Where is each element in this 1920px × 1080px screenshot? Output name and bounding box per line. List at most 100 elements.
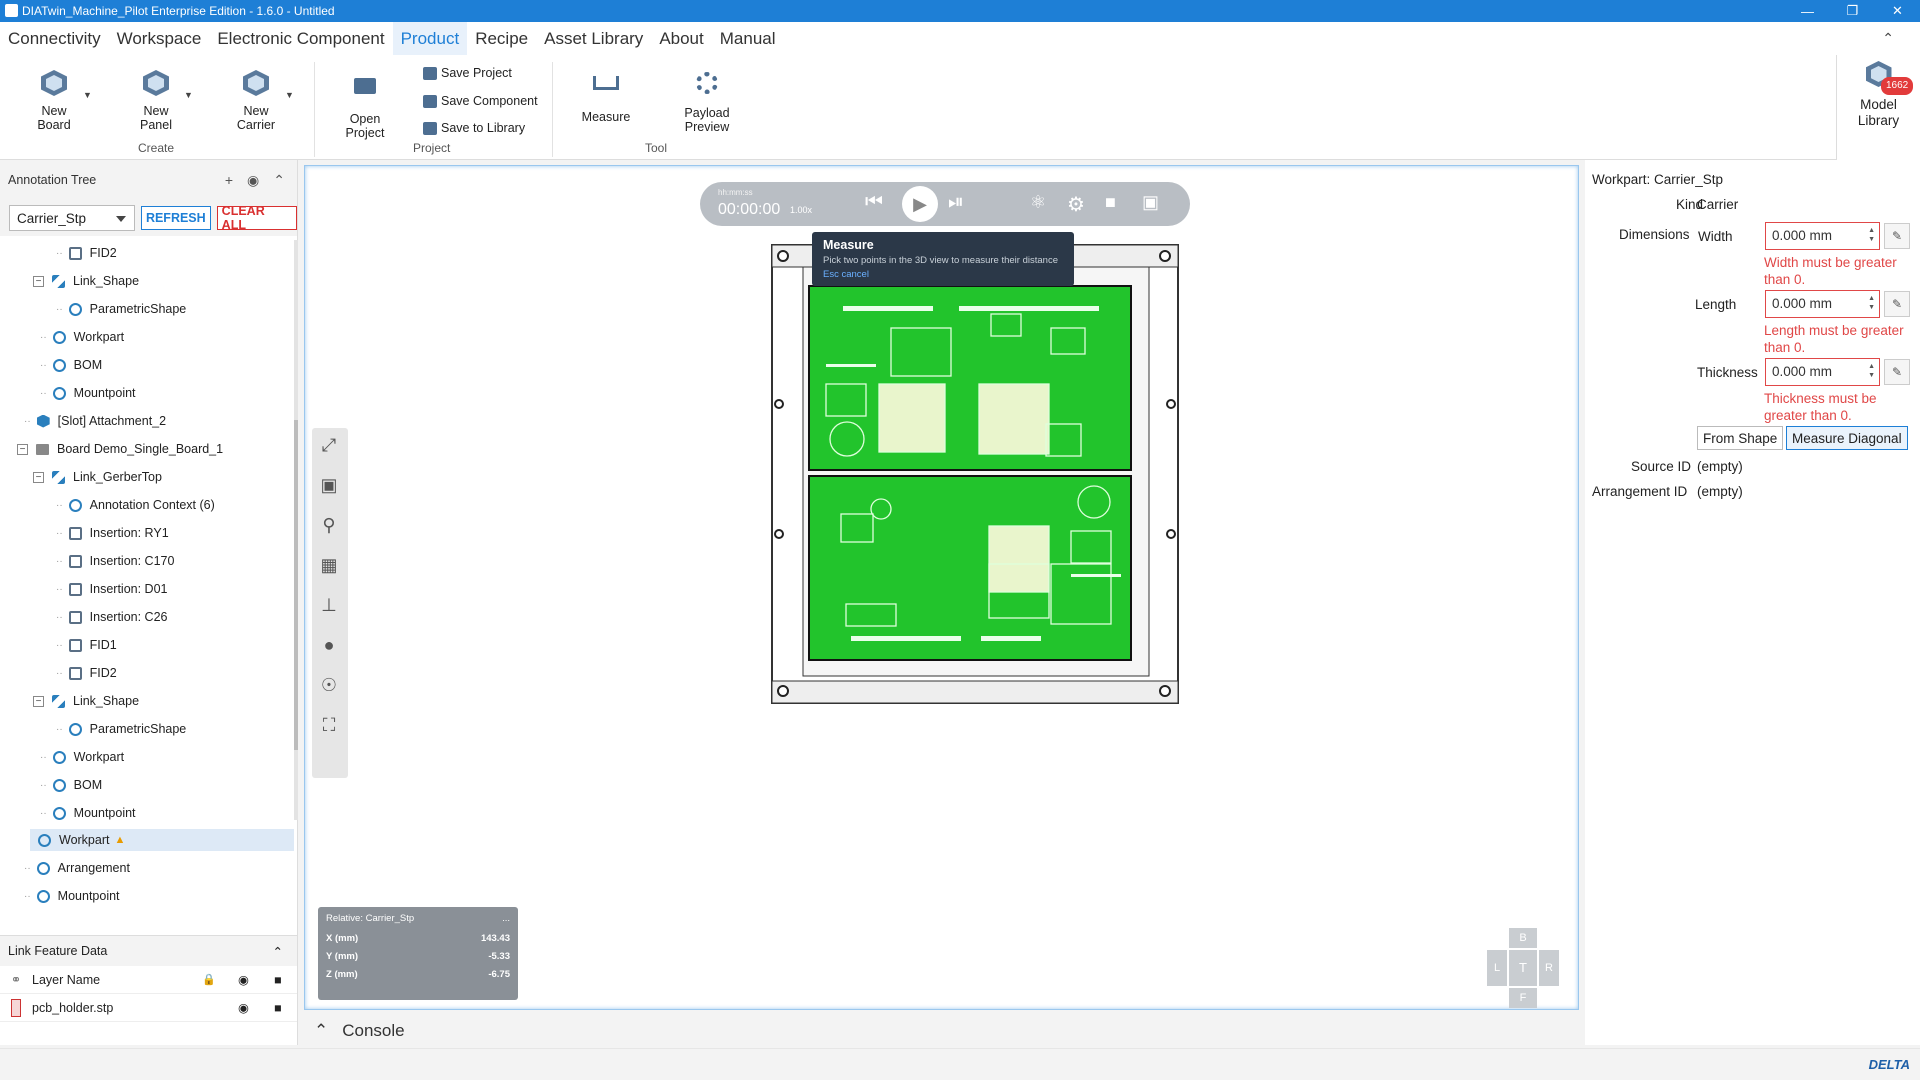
menu-electronic-component[interactable]: Electronic Component xyxy=(209,22,392,55)
menu-product[interactable]: Product xyxy=(392,22,468,55)
tree-node[interactable]: ·· FID1 xyxy=(56,634,117,656)
spinner-icon[interactable]: ▲ ▼ xyxy=(1868,226,1875,244)
tree-node[interactable]: ·· FID2 xyxy=(56,242,117,264)
layer-color-swatch[interactable] xyxy=(11,998,21,1017)
menu-connectivity[interactable]: Connectivity xyxy=(0,22,109,55)
menu-about[interactable]: About xyxy=(651,22,711,55)
width-input[interactable]: 0.000 mm ▲ ▼ xyxy=(1765,222,1880,250)
expand-console-icon[interactable]: ⌃ xyxy=(314,1021,328,1041)
orbit-icon[interactable]: ☉ xyxy=(314,670,344,700)
payload-preview-button[interactable]: Payload Preview xyxy=(683,68,731,134)
video-camera-icon[interactable]: ■ xyxy=(1105,192,1116,213)
zoom-icon[interactable]: ⚲ xyxy=(314,510,344,540)
skip-back-icon[interactable]: ⏮ xyxy=(865,191,883,214)
tree-node[interactable]: ·· Arrangement xyxy=(24,857,130,879)
eye-icon[interactable]: ◉ xyxy=(238,972,249,987)
delete-icon[interactable]: ■ xyxy=(274,973,282,987)
view-front[interactable]: F xyxy=(1509,988,1537,1008)
tree-node[interactable]: ·· [Slot] Attachment_2 xyxy=(24,410,166,432)
tree-node[interactable]: − Link_GerberTop xyxy=(33,466,162,488)
add-icon[interactable]: + xyxy=(225,172,233,189)
collapse-icon[interactable]: ⌃ xyxy=(273,172,285,189)
clear-all-button[interactable]: CLEAR ALL xyxy=(216,204,297,232)
3d-viewport[interactable]: ⤢ ▣ ⚲ ▦ ⊥ ● ☉ ⛶ hh:mm:ss 00:00:00 1.00x … xyxy=(304,165,1579,1010)
fit-view-icon[interactable]: ⤢ xyxy=(314,430,344,460)
eye-icon[interactable]: ◉ xyxy=(238,1000,249,1015)
new-panel-button[interactable]: New Panel xyxy=(136,70,176,132)
view-back[interactable]: B xyxy=(1509,928,1537,948)
view-right[interactable]: R xyxy=(1539,950,1559,986)
tree-node[interactable]: ·· Insertion: C170 xyxy=(56,550,174,572)
tree-node[interactable]: − Link_Shape xyxy=(33,270,139,292)
tree-node[interactable]: − Board Demo_Single_Board_1 xyxy=(17,438,223,460)
fit-selection-icon[interactable]: ▣ xyxy=(314,470,344,500)
length-edit-icon[interactable]: ✎ xyxy=(1884,291,1910,317)
save-project-button[interactable]: Save Project xyxy=(423,66,512,80)
grid-icon[interactable]: ▦ xyxy=(314,550,344,580)
link-feature-row[interactable]: pcb_holder.stp ◉ ■ xyxy=(0,994,297,1022)
collapse-icon[interactable]: ⌃ xyxy=(273,944,283,959)
carrier-select[interactable]: Carrier_Stp xyxy=(9,205,135,231)
spinner-icon[interactable]: ▲ ▼ xyxy=(1868,294,1875,312)
tree-node[interactable]: ·· Mountpoint xyxy=(40,802,136,820)
collapse-ribbon-icon[interactable]: ⌃ xyxy=(1882,30,1894,47)
view-left[interactable]: L xyxy=(1487,950,1507,986)
axis-icon[interactable]: ⊥ xyxy=(314,590,344,620)
tree-node[interactable]: ·· Insertion: RY1 xyxy=(56,522,169,544)
focus-icon[interactable]: ⛶ xyxy=(314,710,344,740)
menu-manual[interactable]: Manual xyxy=(712,22,784,55)
collapse-toggle-icon[interactable]: − xyxy=(33,275,44,287)
view-top[interactable]: T xyxy=(1509,950,1537,986)
length-input[interactable]: 0.000 mm ▲ ▼ xyxy=(1765,290,1880,318)
new-board-dropdown-icon[interactable]: ▼ xyxy=(83,90,92,100)
restore-button[interactable]: ❐ xyxy=(1830,0,1875,22)
thickness-input[interactable]: 0.000 mm ▲ ▼ xyxy=(1765,358,1880,386)
refresh-button[interactable]: REFRESH xyxy=(140,206,211,230)
tree-node[interactable]: ·· Insertion: C26 xyxy=(56,606,168,628)
render-sphere-icon[interactable]: ● xyxy=(314,630,344,660)
width-edit-icon[interactable]: ✎ xyxy=(1884,223,1910,249)
save-component-button[interactable]: Save Component xyxy=(423,94,538,108)
tree-node[interactable]: − Link_Shape xyxy=(33,690,139,712)
tree-node[interactable]: ·· Insertion: D01 xyxy=(56,578,168,600)
lock-icon[interactable]: 🔒 xyxy=(202,973,216,986)
collapse-toggle-icon[interactable]: − xyxy=(33,471,44,483)
measure-diagonal-button[interactable]: Measure Diagonal xyxy=(1786,426,1908,450)
tree-node[interactable]: ·· Workpart xyxy=(40,746,124,768)
thickness-edit-icon[interactable]: ✎ xyxy=(1884,359,1910,385)
coord-menu[interactable]: ... xyxy=(502,913,510,924)
minimize-button[interactable]: — xyxy=(1785,0,1830,22)
visibility-eye-icon[interactable]: ◉ xyxy=(247,172,259,189)
screenshot-camera-icon[interactable]: ▣ xyxy=(1142,192,1159,213)
tree-node[interactable]: ·· Mountpoint xyxy=(40,382,136,404)
delete-icon[interactable]: ■ xyxy=(274,1001,282,1015)
new-board-button[interactable]: New Board xyxy=(34,70,74,132)
menu-workspace[interactable]: Workspace xyxy=(109,22,210,55)
tree-node[interactable]: ·· ParametricShape xyxy=(56,718,186,740)
tree-node[interactable]: ·· ParametricShape xyxy=(56,298,186,320)
collapse-toggle-icon[interactable]: − xyxy=(33,695,44,707)
new-panel-dropdown-icon[interactable]: ▼ xyxy=(184,90,193,100)
tree-node[interactable]: ·· Workpart xyxy=(40,326,124,348)
collapse-toggle-icon[interactable]: − xyxy=(17,443,28,455)
open-project-button[interactable]: Open Project xyxy=(344,72,386,140)
tree-node[interactable]: ·· FID2 xyxy=(56,662,117,684)
new-carrier-dropdown-icon[interactable]: ▼ xyxy=(285,90,294,100)
tree-node-selected[interactable]: Workpart ▲ xyxy=(30,829,294,851)
new-carrier-button[interactable]: New Carrier xyxy=(236,70,276,132)
tree-node[interactable]: ·· Annotation Context (6) xyxy=(56,494,215,516)
playback-speed[interactable]: 1.00x xyxy=(790,205,812,215)
robot-arm-icon[interactable]: ⚛ xyxy=(1030,192,1046,213)
tree-node[interactable]: ·· BOM xyxy=(40,774,102,796)
step-forward-icon[interactable]: ⏯ xyxy=(948,191,964,214)
tree-scrollbar[interactable] xyxy=(294,240,298,820)
tree-node[interactable]: ·· Mountpoint xyxy=(24,885,120,907)
measure-button[interactable]: Measure xyxy=(580,68,632,124)
settings-gear-icon[interactable]: ⚙ xyxy=(1067,192,1085,217)
menu-asset-library[interactable]: Asset Library xyxy=(536,22,651,55)
from-shape-button[interactable]: From Shape xyxy=(1697,426,1784,450)
close-button[interactable]: ✕ xyxy=(1875,0,1920,22)
model-library-button[interactable]: 1662 Model Library xyxy=(1836,55,1920,160)
carrier-3d-model[interactable] xyxy=(771,244,1181,706)
play-icon[interactable]: ▶ xyxy=(902,186,938,222)
